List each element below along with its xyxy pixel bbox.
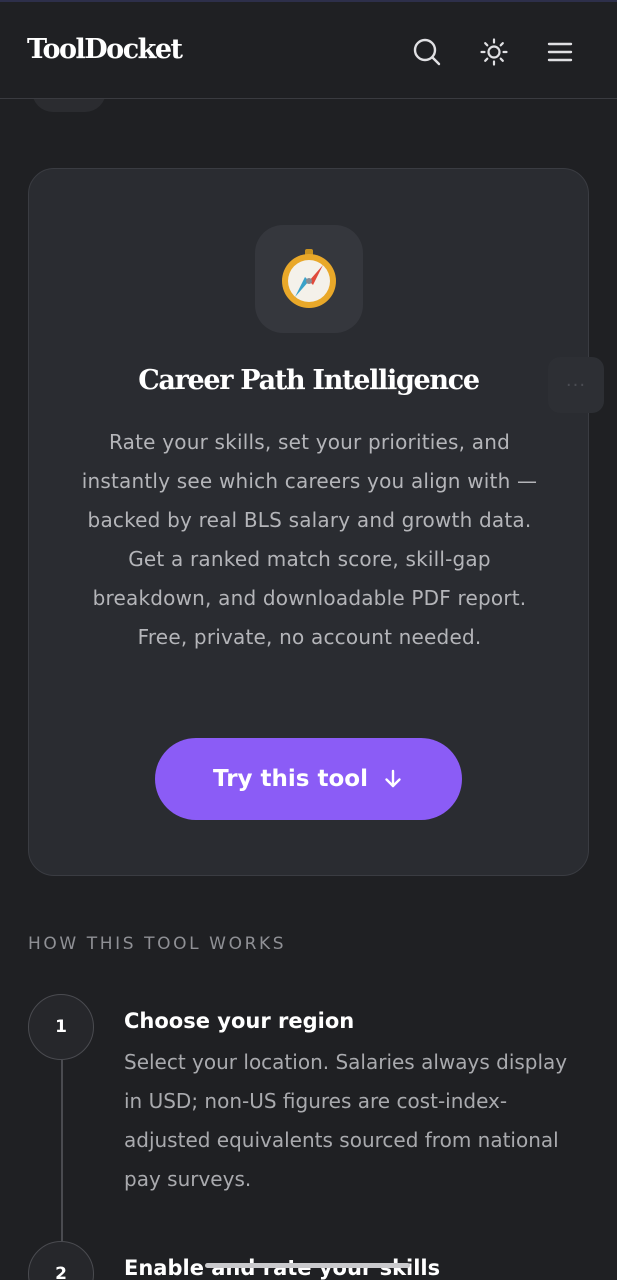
search-button[interactable] bbox=[407, 32, 447, 72]
compass-icon bbox=[282, 249, 336, 308]
search-icon bbox=[413, 38, 441, 66]
ellipsis-icon: ··· bbox=[565, 374, 587, 396]
sun-icon bbox=[480, 38, 508, 66]
arrow-down-icon bbox=[385, 769, 401, 788]
step-description: Select your location. Salaries always di… bbox=[124, 1050, 568, 1191]
menu-icon bbox=[547, 42, 573, 62]
home-indicator bbox=[205, 1263, 410, 1268]
tool-title: Career Path Intelligence bbox=[138, 365, 480, 396]
step-number: 2 bbox=[28, 1241, 94, 1280]
step-title: Enable and rate your skills bbox=[124, 1256, 441, 1280]
try-tool-label: Try this tool bbox=[213, 766, 368, 792]
menu-button[interactable] bbox=[540, 32, 580, 72]
tool-description: Rate your skills, set your priorities, a… bbox=[81, 430, 538, 649]
site-header: ToolDocket bbox=[0, 0, 617, 99]
theme-toggle-button[interactable] bbox=[474, 32, 514, 72]
tool-icon-container bbox=[255, 225, 363, 333]
more-options-button[interactable]: ··· bbox=[548, 357, 604, 413]
site-logo[interactable]: ToolDocket bbox=[27, 34, 183, 65]
timeline-line bbox=[61, 1060, 63, 1250]
step-number: 1 bbox=[28, 994, 94, 1060]
step-title: Choose your region bbox=[124, 1009, 355, 1033]
section-heading: HOW THIS TOOL WORKS bbox=[28, 934, 287, 954]
tool-card: Career Path Intelligence Rate your skill… bbox=[28, 168, 589, 876]
try-tool-button[interactable]: Try this tool bbox=[155, 738, 462, 820]
